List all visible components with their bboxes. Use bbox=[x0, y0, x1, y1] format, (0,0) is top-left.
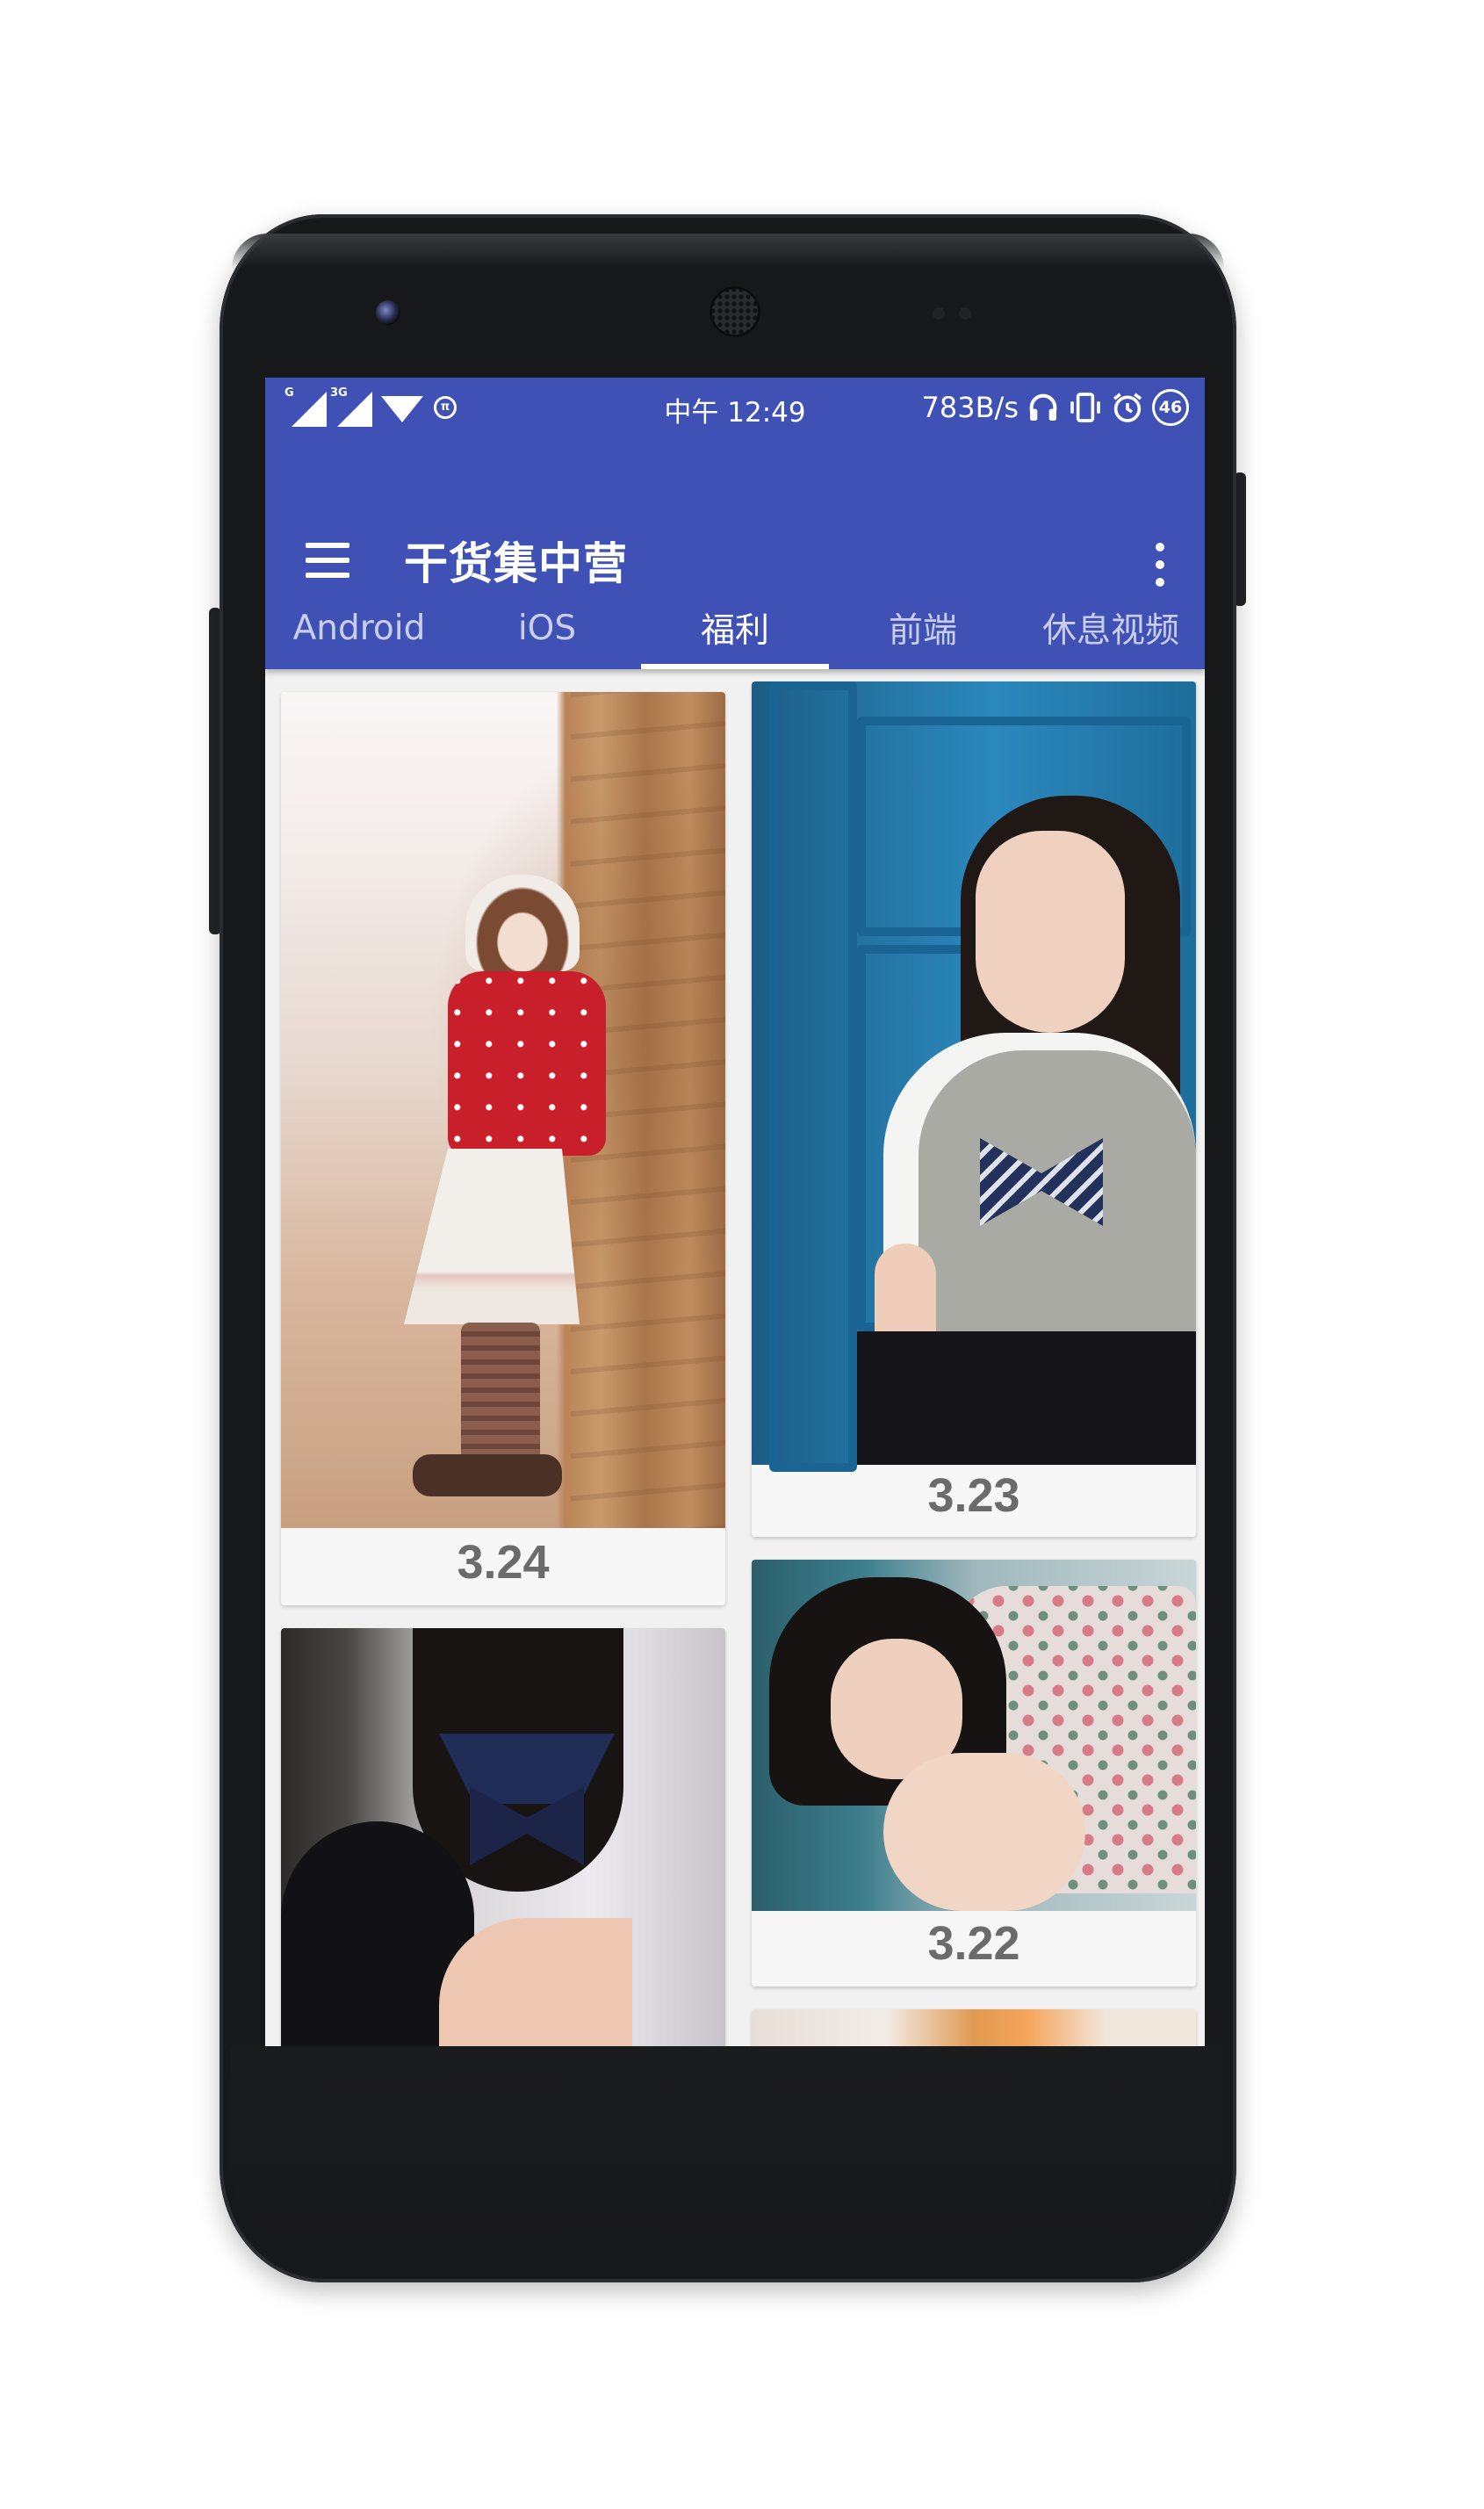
photo-card[interactable]: 3.22 bbox=[752, 1560, 1196, 1986]
tab-android[interactable]: Android bbox=[265, 587, 453, 669]
photo bbox=[281, 1628, 725, 2046]
photo bbox=[281, 692, 725, 1528]
tab-welfare[interactable]: 福利 bbox=[641, 587, 829, 669]
photo bbox=[752, 681, 1196, 1472]
phone-chin bbox=[230, 2046, 1222, 2257]
photo-card[interactable]: 3.23 bbox=[752, 681, 1196, 1537]
headphones-icon bbox=[1029, 393, 1057, 421]
photo bbox=[752, 2009, 1196, 2046]
tab-frontend[interactable]: 前端 bbox=[829, 587, 1017, 669]
photo-card[interactable] bbox=[752, 2009, 1196, 2046]
front-camera bbox=[376, 300, 400, 325]
menu-icon[interactable] bbox=[306, 543, 349, 578]
battery-level: 46 bbox=[1158, 398, 1183, 417]
more-vert-icon[interactable] bbox=[1154, 543, 1166, 587]
vibrate-icon bbox=[1070, 393, 1100, 422]
app-bar: 干货集中营 Android iOS 福利 前端 休息视频 bbox=[265, 437, 1205, 669]
tab-bar: Android iOS 福利 前端 休息视频 bbox=[265, 587, 1205, 669]
earpiece-speaker bbox=[710, 286, 760, 337]
proximity-sensor bbox=[933, 307, 945, 320]
screen: G 3G π 中午 12:49 783B/s 46 干货集中营 Android … bbox=[265, 378, 1205, 2046]
photo-date: 3.22 bbox=[927, 1917, 1020, 1970]
app-title: 干货集中营 bbox=[404, 538, 628, 589]
status-bar: G 3G π 中午 12:49 783B/s 46 bbox=[265, 378, 1205, 437]
light-sensor bbox=[959, 307, 971, 320]
status-right-icons: 783B/s 46 bbox=[922, 386, 1189, 429]
photo-card[interactable] bbox=[281, 1628, 725, 2046]
alarm-icon bbox=[1113, 393, 1142, 422]
battery-icon: 46 bbox=[1152, 389, 1189, 426]
net-speed: 783B/s bbox=[921, 391, 1019, 424]
photo-card[interactable]: 3.24 bbox=[281, 692, 725, 1605]
tab-rest-video[interactable]: 休息视频 bbox=[1017, 587, 1205, 669]
photo-date: 3.23 bbox=[927, 1469, 1020, 1522]
tab-ios[interactable]: iOS bbox=[453, 587, 641, 669]
photo bbox=[752, 1560, 1196, 1911]
photo-date: 3.24 bbox=[457, 1536, 550, 1589]
